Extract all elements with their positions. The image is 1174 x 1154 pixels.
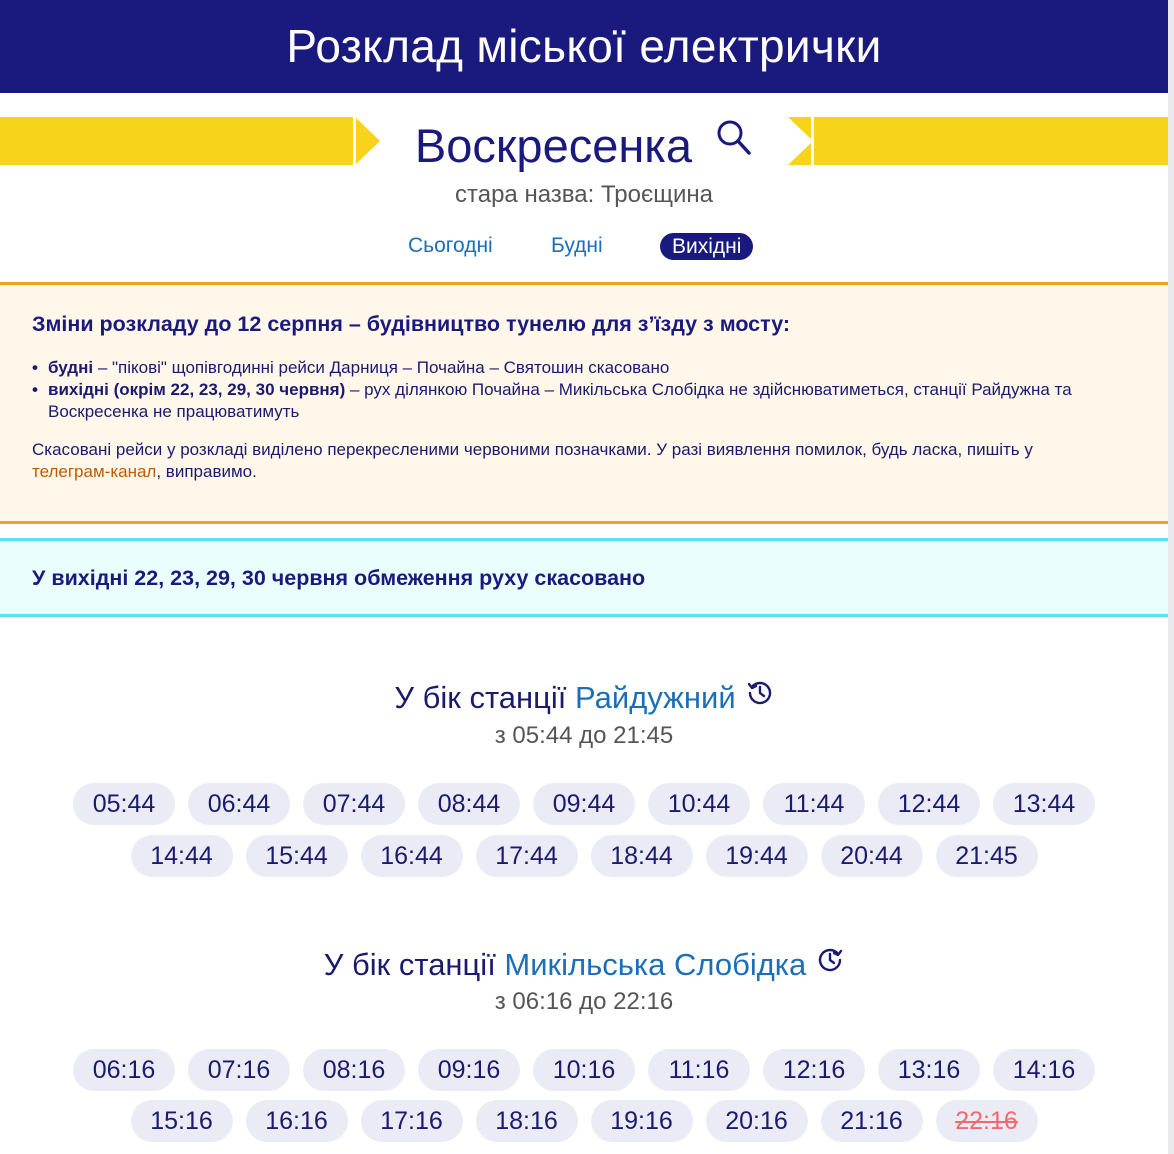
departure-time[interactable]: 14:16	[993, 1049, 1095, 1091]
notice-para-end: , виправимо.	[156, 462, 257, 481]
tab-weekend[interactable]: Вихідні	[660, 233, 754, 260]
times-row: 05:44 06:44 07:44 08:44 09:44 10:44 11:44 12:44…	[0, 783, 1168, 825]
tab-today[interactable]: Сьогодні	[408, 232, 493, 260]
scrollbar-track[interactable]	[1168, 0, 1174, 1154]
direction-title: У бік станції Микільська Слобідка	[0, 947, 1168, 983]
info-banner: У вихідні 22, 23, 29, 30 червня обмеженн…	[0, 538, 1168, 617]
departure-time[interactable]: 14:44	[130, 835, 233, 877]
page-title: Розклад міської електрички	[286, 20, 882, 72]
notice-paragraph: Скасовані рейси у розкладі виділено пере…	[32, 439, 1112, 483]
departure-time[interactable]: 07:16	[188, 1049, 290, 1091]
departure-time[interactable]: 06:16	[73, 1049, 175, 1091]
departure-time[interactable]: 20:16	[705, 1100, 808, 1142]
departure-time[interactable]: 12:44	[878, 783, 980, 825]
station-name: Воскресенка	[414, 118, 693, 172]
departure-time[interactable]: 11:16	[648, 1049, 750, 1091]
departure-time[interactable]: 20:44	[820, 835, 923, 877]
departure-time[interactable]: 21:16	[820, 1100, 923, 1142]
departure-time[interactable]: 09:44	[533, 783, 635, 825]
departure-time[interactable]: 16:44	[360, 835, 463, 877]
departure-time[interactable]: 18:44	[590, 835, 693, 877]
direction-title: У бік станції Райдужний	[0, 680, 1168, 716]
departure-time[interactable]: 07:44	[303, 783, 405, 825]
notice-item-bold: вихідні (окрім 22, 23, 29, 30 червня)	[48, 380, 346, 399]
times-row: 15:16 16:16 17:16 18:16 19:16 20:16 21:16 22:16	[0, 1100, 1168, 1142]
notice-item-text: – "пікові" щопівгодинні рейси Дарниця – …	[93, 358, 670, 377]
departure-time[interactable]: 17:16	[360, 1100, 463, 1142]
search-icon[interactable]	[715, 112, 753, 172]
direction-range: з 05:44 до 21:45	[494, 722, 674, 749]
departure-time[interactable]: 19:44	[705, 835, 808, 877]
history-clock-icon[interactable]	[746, 679, 774, 715]
schedule-change-notice: Зміни розкладу до 12 серпня – будівництв…	[0, 282, 1168, 524]
direction-range: з 06:16 до 22:16	[494, 988, 674, 1015]
direction-destination-link[interactable]: Райдужний	[575, 680, 736, 715]
tab-weekdays[interactable]: Будні	[551, 232, 603, 260]
times-row: 06:16 07:16 08:16 09:16 10:16 11:16 12:16 13:16…	[0, 1049, 1168, 1091]
notice-item: вихідні (окрім 22, 23, 29, 30 червня) – …	[32, 379, 1112, 423]
departure-time[interactable]: 13:44	[993, 783, 1095, 825]
day-tabs: Сьогодні Будні Вихідні	[0, 232, 1168, 262]
notice-item-bold: будні	[48, 358, 94, 377]
times-row: 14:44 15:44 16:44 17:44 18:44 19:44 20:44 21:45	[0, 835, 1168, 877]
notice-item: будні – "пікові" щопівгодинні рейси Дарн…	[32, 357, 1112, 379]
page-header: Розклад міської електрички	[0, 0, 1168, 93]
departure-time[interactable]: 12:16	[763, 1049, 865, 1091]
departure-time[interactable]: 05:44	[73, 783, 175, 825]
departure-time[interactable]: 10:44	[648, 783, 750, 825]
departure-time[interactable]: 15:16	[130, 1100, 233, 1142]
notice-para-text: Скасовані рейси у розкладі виділено пере…	[32, 440, 1033, 459]
departure-time[interactable]: 10:16	[533, 1049, 635, 1091]
departure-time-cancelled[interactable]: 22:16	[935, 1100, 1038, 1142]
departure-time[interactable]: 17:44	[475, 835, 578, 877]
telegram-channel-link[interactable]: телеграм-канал	[32, 462, 156, 481]
departure-time[interactable]: 11:44	[763, 783, 865, 825]
notice-list: будні – "пікові" щопівгодинні рейси Дарн…	[32, 357, 1112, 423]
departure-time[interactable]: 16:16	[245, 1100, 348, 1142]
direction-destination-link[interactable]: Микільська Слобідка	[504, 947, 806, 982]
departure-time[interactable]: 18:16	[475, 1100, 578, 1142]
info-text: У вихідні 22, 23, 29, 30 червня обмеженн…	[32, 566, 646, 590]
departure-time[interactable]: 15:44	[245, 835, 348, 877]
departure-time[interactable]: 08:16	[303, 1049, 405, 1091]
station-old-name: стара назва: Троєщина	[455, 181, 713, 208]
station-heading: Воскресенка	[0, 112, 1168, 176]
departure-time[interactable]: 19:16	[590, 1100, 693, 1142]
clock-forward-icon[interactable]	[816, 946, 844, 982]
departure-time[interactable]: 21:45	[935, 835, 1038, 877]
departure-time[interactable]: 06:44	[188, 783, 290, 825]
notice-title: Зміни розкладу до 12 серпня – будівництв…	[32, 312, 791, 336]
direction-prefix: У бік станції	[394, 680, 576, 715]
departure-time[interactable]: 13:16	[878, 1049, 980, 1091]
direction-prefix: У бік станції	[323, 947, 505, 982]
departure-time[interactable]: 08:44	[418, 783, 520, 825]
departure-time[interactable]: 09:16	[418, 1049, 520, 1091]
